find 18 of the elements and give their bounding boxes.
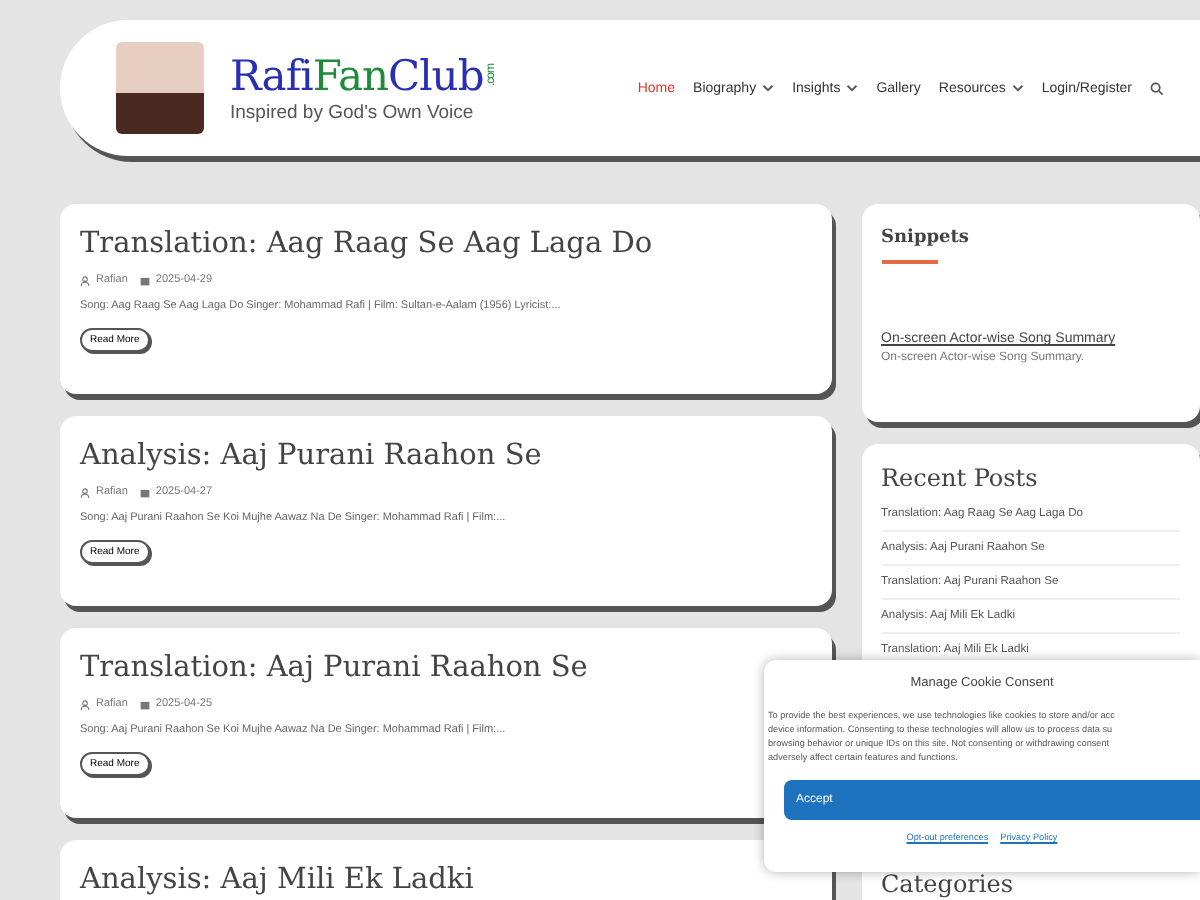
widget-title: Recent Posts [881,464,1040,492]
photo-placeholder [116,42,204,134]
chevron-down-icon [1011,84,1024,92]
chevron-down-icon [762,84,775,92]
tagline: Inspired by God's Own Voice [230,102,476,124]
post-title[interactable]: Translation: Aag Raag Se Aag Laga Do [80,228,811,260]
post-title[interactable]: Analysis: Aaj Mili Ek Ladki [80,864,811,896]
user-icon [80,275,90,285]
post-title[interactable]: Analysis: Aaj Purani Raahon Se [80,440,811,472]
calendar-icon [139,275,150,285]
user-icon [80,487,90,497]
widget-title: Snippets [881,228,971,248]
chevron-down-icon [846,84,859,92]
user-icon [80,699,90,709]
search-icon[interactable] [1150,81,1164,95]
calendar-icon [139,699,150,709]
widget-title: Categories [881,870,1015,898]
calendar-icon [139,487,150,497]
